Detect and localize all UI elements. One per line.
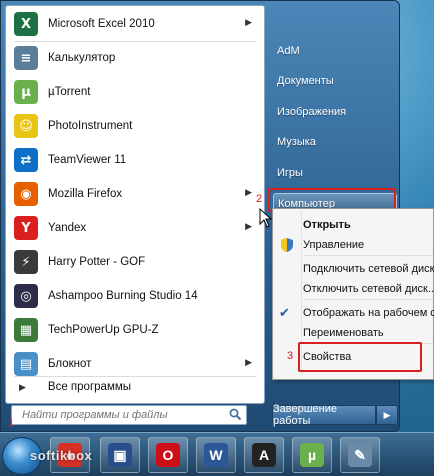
start-right-item[interactable]: Игры: [277, 163, 395, 183]
font-app-icon: A: [252, 443, 276, 467]
taskbar-app-button[interactable]: O: [148, 437, 188, 473]
taskbar-app-button[interactable]: W: [196, 437, 236, 473]
save-disk-icon: ▣: [108, 443, 132, 467]
taskbar-app-button[interactable]: ✎: [340, 437, 380, 473]
word-icon: W: [204, 443, 228, 467]
gpuz-icon: ▦: [14, 318, 38, 342]
uac-shield-icon: [281, 238, 293, 252]
harry-potter-icon: ⚡: [14, 250, 38, 274]
context-menu-item[interactable]: Переименовать: [303, 323, 434, 343]
pinned-app-item[interactable]: ⇄ TeamViewer 11: [8, 144, 260, 176]
mouse-cursor-icon: [259, 208, 273, 228]
pinned-app-item[interactable]: ⚡ Harry Potter - GOF: [8, 246, 260, 278]
all-programs-button[interactable]: ▶ Все программы: [7, 377, 259, 397]
excel-icon: X: [14, 12, 38, 36]
pinned-app-label: PhotoInstrument: [48, 120, 133, 132]
pinned-app-item[interactable]: ◉ Mozilla Firefox ▶: [8, 178, 260, 210]
teamviewer-icon: ⇄: [14, 148, 38, 172]
pinned-app-label: Yandex: [48, 222, 87, 234]
submenu-arrow-icon[interactable]: ▶: [245, 221, 252, 232]
taskbar-app-button[interactable]: A: [244, 437, 284, 473]
play-triangle-icon: ▶: [19, 381, 26, 392]
shutdown-button[interactable]: Завершение работы: [272, 403, 376, 427]
pinned-app-label: Microsoft Excel 2010: [48, 18, 155, 30]
pinned-app-item[interactable]: ◎ Ashampoo Burning Studio 14: [8, 280, 260, 312]
annotation-step-2: 2: [256, 193, 263, 205]
annotation-step-3: 3: [287, 350, 294, 362]
shutdown-options-arrow[interactable]: ▶: [376, 405, 398, 425]
context-menu-item[interactable]: Открыть: [303, 215, 434, 235]
yandex-icon: Y: [14, 216, 38, 240]
pinned-app-item[interactable]: X Microsoft Excel 2010 ▶: [8, 8, 260, 40]
photoinstrument-icon: ☺: [14, 114, 38, 138]
notepad-icon: ▤: [14, 352, 38, 376]
properties-highlight-box: [298, 342, 422, 372]
pinned-app-label: Harry Potter - GOF: [48, 256, 146, 268]
start-right-item[interactable]: Музыка: [277, 132, 395, 152]
pinned-app-label: Mozilla Firefox: [48, 188, 123, 200]
pinned-app-item[interactable]: ≡ Калькулятор: [8, 42, 260, 74]
submenu-arrow-icon[interactable]: ▶: [245, 17, 252, 28]
pinned-app-label: Калькулятор: [48, 52, 116, 64]
start-right-item[interactable]: Документы: [277, 71, 395, 91]
pinned-app-item[interactable]: ▦ TechPowerUp GPU-Z: [8, 314, 260, 346]
pinned-app-label: µTorrent: [48, 86, 91, 98]
context-menu-separator: [303, 255, 433, 256]
utorrent-icon: µ: [300, 443, 324, 467]
pinned-app-label: TechPowerUp GPU-Z: [48, 324, 159, 336]
search-icon[interactable]: [229, 408, 242, 421]
opera-icon: O: [156, 443, 180, 467]
search-input[interactable]: [20, 408, 224, 422]
pinned-app-item[interactable]: ☺ PhotoInstrument: [8, 110, 260, 142]
pinned-app-item[interactable]: µ µTorrent: [8, 76, 260, 108]
context-menu-item[interactable]: Подключить сетевой диск...: [303, 259, 434, 279]
utorrent-icon: µ: [14, 80, 38, 104]
firefox-icon: ◉: [14, 182, 38, 206]
start-right-item[interactable]: AdM: [277, 41, 395, 61]
start-right-item[interactable]: Изображения: [277, 102, 395, 122]
ashampoo-icon: ◎: [14, 284, 38, 308]
calculator-icon: ≡: [14, 46, 38, 70]
taskbar-app-button[interactable]: µ: [292, 437, 332, 473]
all-programs-label: Все программы: [47, 381, 132, 393]
checkmark-icon: ✔: [279, 305, 290, 320]
pinned-app-label: Ashampoo Burning Studio 14: [48, 290, 198, 302]
taskbar-app-button[interactable]: ▣: [100, 437, 140, 473]
pinned-app-label: TeamViewer 11: [48, 154, 127, 166]
context-menu-item[interactable]: Управление: [303, 235, 434, 255]
submenu-arrow-icon[interactable]: ▶: [245, 357, 252, 368]
pinned-app-label: Блокнот: [48, 358, 92, 370]
submenu-arrow-icon[interactable]: ▶: [245, 187, 252, 198]
context-menu-separator: [303, 299, 433, 300]
context-menu-item[interactable]: Отключить сетевой диск...: [303, 279, 434, 299]
pinned-app-item[interactable]: Y Yandex ▶: [8, 212, 260, 244]
watermark-text: softikbox: [30, 448, 93, 463]
pinned-programs-pane: X Microsoft Excel 2010 ▶ ≡ Калькулятор µ µTorr…: [5, 5, 265, 404]
annotation-step-1: 1: [8, 417, 15, 429]
search-box[interactable]: [11, 405, 247, 425]
wrench-icon: ✎: [348, 443, 372, 467]
context-menu-item[interactable]: Отображать на рабочем столе: [303, 303, 434, 323]
